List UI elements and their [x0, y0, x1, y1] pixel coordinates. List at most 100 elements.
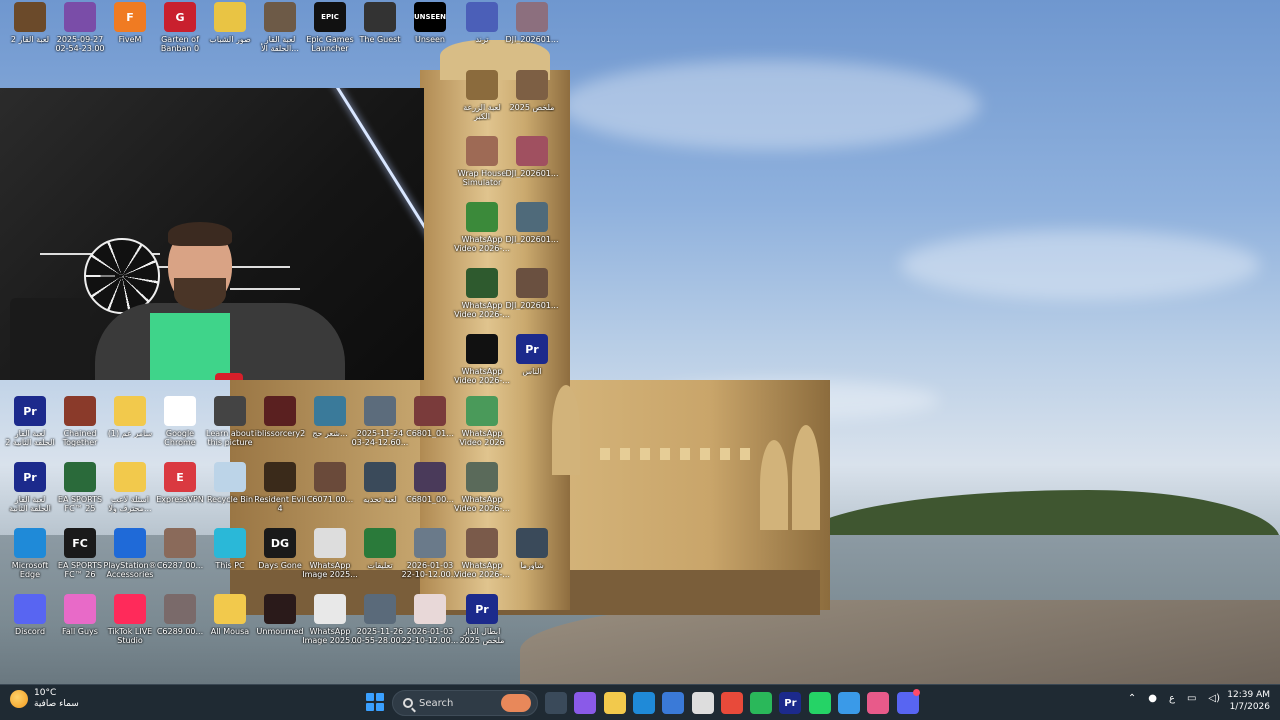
desktop-icon-label: ملخص 2025 — [509, 103, 555, 112]
crenel — [620, 448, 630, 460]
desktop-icon-image — [414, 396, 446, 426]
search-label: Search — [419, 697, 454, 709]
neon-light — [330, 88, 424, 266]
desktop-icon-image — [64, 462, 96, 492]
clock-date: 1/7/2026 — [1229, 702, 1270, 712]
taskbar-app-green-app[interactable] — [750, 692, 773, 714]
desktop-icon-image — [314, 594, 346, 624]
red-bottle — [215, 373, 243, 380]
desktop-icon-image — [64, 2, 96, 32]
crenel — [700, 448, 710, 460]
volume-icon[interactable]: ◁) — [1208, 693, 1220, 704]
desktop-icon-image — [14, 528, 46, 558]
clock-time: 12:39 AM — [1227, 690, 1270, 700]
desktop-icon[interactable]: Pr ابطال الدار ملخص 2025 — [452, 594, 512, 656]
desktop-icon-image — [264, 594, 296, 624]
desktop-icon-image: Pr — [14, 462, 46, 492]
desktop-icon-image: UNSEEN — [414, 2, 446, 32]
desktop-icon[interactable]: ملخص 2025 — [502, 70, 562, 132]
desktop-icon-image — [516, 136, 548, 166]
desktop-icon-label: WhatsApp Video 2026 — [459, 429, 505, 447]
desktop-icon[interactable]: 2026-01-03 22-10-12.00... — [400, 594, 460, 656]
desktop-icon-image: DG — [264, 528, 296, 558]
desktop-icon-image — [516, 268, 548, 298]
desktop-icon-image — [14, 2, 46, 32]
person-hair — [168, 222, 232, 246]
desktop-icon-image — [516, 202, 548, 232]
desktop-icon-image: EPIC — [314, 2, 346, 32]
desktop-icon-image — [466, 70, 498, 100]
taskbar-app-store[interactable] — [662, 692, 685, 714]
desktop-icon[interactable]: Pr الناس — [502, 334, 562, 396]
desktop-icon-image — [64, 594, 96, 624]
desktop-icon-image — [414, 528, 446, 558]
taskbar-app-music[interactable] — [867, 692, 890, 714]
start-button[interactable] — [366, 693, 384, 711]
crenel — [600, 448, 610, 460]
turret — [552, 385, 580, 475]
taskbar-app-circle-app[interactable] — [838, 692, 860, 714]
desktop-icon[interactable]: C6801_01... — [400, 396, 460, 458]
desktop-icon[interactable]: 2026-01-03 22-10-12.00... — [400, 528, 460, 590]
desktop-icon-image — [114, 594, 146, 624]
desktop-icon-image — [164, 594, 196, 624]
notification-badge — [912, 689, 920, 696]
desktop-icon-image — [516, 528, 548, 558]
desktop-icon-image: F — [114, 2, 146, 32]
microphone-icon[interactable]: ● — [1148, 693, 1157, 704]
desktop-icon[interactable]: DJI_202601... — [502, 136, 562, 198]
person-beard — [174, 278, 226, 310]
taskbar-app-task-view[interactable] — [545, 692, 567, 714]
desktop-icon[interactable]: شاورما — [502, 528, 562, 590]
taskbar-app-chrome[interactable] — [720, 692, 743, 714]
desktop-icon-image — [516, 2, 548, 32]
desktop-icon-image — [314, 462, 346, 492]
desktop-icon[interactable]: WhatsApp Video 2026-... — [452, 462, 512, 524]
network-icon[interactable]: ▭ — [1187, 693, 1196, 704]
taskbar-app-whatsapp[interactable] — [808, 692, 831, 714]
desktop-icon[interactable]: WhatsApp Video 2026 — [452, 396, 512, 458]
taskbar-app-bubble[interactable] — [691, 692, 714, 714]
desktop-icon-image — [314, 528, 346, 558]
desktop-icon[interactable]: C6801_00... — [400, 462, 460, 524]
desktop-icon-image: Pr — [466, 594, 498, 624]
taskbar-app-edge[interactable] — [632, 692, 655, 714]
desktop-icon-image — [466, 334, 498, 364]
desktop-icon-label: الناس — [522, 367, 542, 376]
chevron-up-icon[interactable]: ⌃ — [1128, 693, 1136, 704]
weather-temp: 10°C — [34, 688, 57, 698]
language-indicator[interactable]: ع — [1169, 693, 1175, 704]
taskbar: 10°C سماء صافية Search Pr ⌃ ● ع ▭ ◁) 12:… — [0, 684, 1280, 720]
desktop-icon-image — [466, 462, 498, 492]
desktop-icon-image: G — [164, 2, 196, 32]
system-tray: ⌃ ● ع ▭ ◁) — [1128, 693, 1220, 704]
desktop-icon-image — [114, 396, 146, 426]
desktop-icon-label: WhatsApp Video 2026-... — [454, 495, 510, 513]
desktop-icon-image — [214, 2, 246, 32]
taskbar-app-copilot[interactable] — [574, 692, 597, 714]
desktop-icon-image: Pr — [14, 396, 46, 426]
desktop-icon-image — [214, 396, 246, 426]
wall-stripe — [230, 288, 300, 290]
desktop-icon-image: Pr — [516, 334, 548, 364]
windows-logo-tile — [366, 693, 374, 701]
desktop-icon-image — [114, 462, 146, 492]
desktop-icon[interactable]: DJI_202601... — [502, 202, 562, 264]
desktop-icon[interactable]: UNSEEN Unseen — [400, 2, 460, 64]
taskbar-app-premiere[interactable]: Pr — [779, 692, 802, 714]
desktop-icon-image — [364, 594, 396, 624]
desktop-icon[interactable]: DJI_202601... — [502, 2, 562, 64]
desktop-icon-image — [414, 594, 446, 624]
desktop-icon[interactable]: DJI_202601... — [502, 268, 562, 330]
taskbar-search[interactable]: Search — [392, 690, 538, 716]
desktop-icon-image — [466, 396, 498, 426]
cloud — [560, 60, 980, 150]
desktop-icon-image — [466, 2, 498, 32]
desktop-icon-label: ابطال الدار ملخص 2025 — [459, 627, 505, 645]
clock[interactable]: 12:39 AM 1/7/2026 — [1227, 689, 1270, 713]
webcam-overlay — [0, 88, 424, 380]
windows-logo-tile — [376, 703, 384, 711]
taskbar-app-file-explorer[interactable] — [603, 692, 626, 714]
weather-widget[interactable]: 10°C سماء صافية — [10, 688, 79, 710]
desktop-icon-image — [214, 528, 246, 558]
